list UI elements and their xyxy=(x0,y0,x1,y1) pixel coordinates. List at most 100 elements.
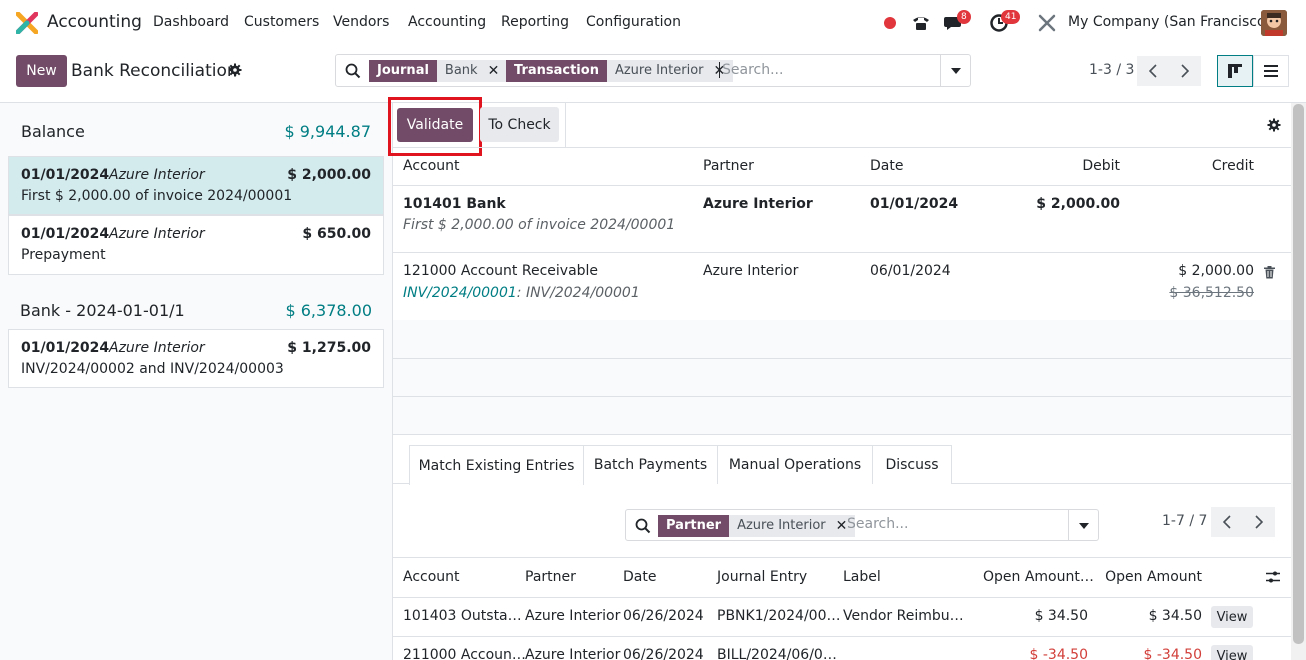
messages-badge: 8 xyxy=(957,10,971,24)
table-row[interactable]: 101403 Outsta… Azure Interior 06/26/2024… xyxy=(393,598,1291,636)
table-row[interactable]: 211000 Accoun… Azure Interior 06/26/2024… xyxy=(393,637,1291,660)
column-header-partner[interactable]: Partner xyxy=(525,569,576,585)
row-account: 101403 Outsta… xyxy=(403,608,522,624)
divider xyxy=(393,358,1291,359)
new-button[interactable]: New xyxy=(16,55,67,87)
statement-line-card[interactable]: 01/01/2024 Azure Interior $ 1,275.00 INV… xyxy=(8,329,384,388)
column-header-open-amount[interactable]: Open Amount xyxy=(1105,569,1202,585)
line-debit: $ 2,000.00 xyxy=(1036,196,1120,212)
pager-value[interactable]: 1-3 / 3 xyxy=(1089,62,1134,78)
match-pager-previous-button[interactable] xyxy=(1211,507,1243,537)
divider xyxy=(565,103,566,147)
search-icon xyxy=(635,518,651,534)
line-account: 101401 Bank xyxy=(403,196,506,212)
facet-value: Bank xyxy=(444,63,478,78)
column-header-journal-entry[interactable]: Journal Entry xyxy=(717,569,807,585)
row-open-amount: $ 34.50 xyxy=(1148,608,1202,624)
optional-columns-icon[interactable] xyxy=(1266,570,1280,584)
facet-key: Journal xyxy=(369,60,437,82)
line-date: 06/01/2024 xyxy=(870,263,951,279)
line-amount: $ 2,000.00 xyxy=(287,167,371,183)
invoice-link[interactable]: INV/2024/00001 xyxy=(403,285,517,301)
search-facet-partner: Partner Azure Interior ✕ xyxy=(658,515,856,537)
menu-dashboard[interactable]: Dashboard xyxy=(153,14,229,30)
divider xyxy=(393,557,1291,558)
search-facet-transaction: Transaction Azure Interior ✕ xyxy=(506,60,734,82)
line-partner: Azure Interior xyxy=(703,263,799,279)
to-check-button[interactable]: To Check xyxy=(480,107,559,142)
group-title: Bank - 2024-01-01/1 xyxy=(20,301,185,320)
line-partner: Azure Interior xyxy=(703,196,813,212)
pager-next-button[interactable] xyxy=(1169,56,1201,86)
phone-icon[interactable] xyxy=(911,13,931,33)
column-header-open-amount-currency[interactable]: Open Amount… xyxy=(983,569,1094,585)
line-original-amount: $ 36,512.50 xyxy=(1169,285,1254,301)
menu-vendors[interactable]: Vendors xyxy=(333,14,389,30)
kanban-view-button[interactable] xyxy=(1217,55,1253,87)
line-partner: Azure Interior xyxy=(109,226,205,242)
tools-icon[interactable] xyxy=(1037,13,1057,33)
reconcile-line[interactable]: 121000 Account Receivable INV/2024/00001… xyxy=(393,253,1291,320)
search-options-toggle[interactable] xyxy=(940,55,970,86)
page-title: Bank Reconciliation xyxy=(71,61,238,81)
settings-gear-icon[interactable] xyxy=(1267,118,1281,132)
match-search-input[interactable]: Search... xyxy=(847,516,908,532)
trash-icon[interactable] xyxy=(1264,266,1275,279)
row-partner: Azure Interior xyxy=(525,608,621,624)
gear-icon[interactable] xyxy=(228,63,242,77)
view-button[interactable]: View xyxy=(1211,645,1253,660)
line-date: 01/01/2024 xyxy=(21,167,110,183)
menu-reporting[interactable]: Reporting xyxy=(501,14,569,30)
search-input[interactable]: Search... xyxy=(719,62,783,78)
line-label: First $ 2,000.00 of invoice 2024/00001 xyxy=(403,217,676,233)
statement-line-card[interactable]: 01/01/2024 Azure Interior $ 2,000.00 Fir… xyxy=(8,156,384,215)
list-view-icon xyxy=(1264,65,1278,77)
row-open-amount-currency: $ -34.50 xyxy=(1029,647,1089,660)
menu-configuration[interactable]: Configuration xyxy=(586,14,681,30)
chevron-right-icon xyxy=(1255,515,1263,529)
row-journal-entry: BILL/2024/06/0… xyxy=(717,647,837,660)
divider xyxy=(393,396,1291,397)
validate-button[interactable]: Validate xyxy=(397,108,473,142)
pager-previous-button[interactable] xyxy=(1137,56,1169,86)
column-header-label[interactable]: Label xyxy=(843,569,881,585)
reconcile-line[interactable]: 101401 Bank First $ 2,000.00 of invoice … xyxy=(393,186,1291,252)
statement-line-card[interactable]: 01/01/2024 Azure Interior $ 650.00 Prepa… xyxy=(8,215,384,275)
match-pager-value[interactable]: 1-7 / 7 xyxy=(1162,513,1207,529)
line-partner: Azure Interior xyxy=(109,167,205,183)
match-pager-next-button[interactable] xyxy=(1243,507,1275,537)
tab-manual-operations[interactable]: Manual Operations xyxy=(717,445,873,484)
app-name[interactable]: Accounting xyxy=(47,12,142,32)
accounting-app-icon[interactable] xyxy=(16,12,38,34)
line-account: 121000 Account Receivable xyxy=(403,263,599,279)
facet-remove-icon[interactable]: ✕ xyxy=(488,60,500,82)
row-journal-entry: PBNK1/2024/00… xyxy=(717,608,841,624)
search-icon xyxy=(345,63,361,79)
tab-discuss[interactable]: Discuss xyxy=(872,445,952,484)
list-view-button[interactable] xyxy=(1253,55,1289,87)
search-options-toggle[interactable] xyxy=(1068,510,1098,541)
user-avatar[interactable] xyxy=(1261,10,1287,36)
empty-area xyxy=(393,320,1291,435)
column-header-date[interactable]: Date xyxy=(623,569,656,585)
activities-badge: 41 xyxy=(1001,10,1021,24)
menu-customers[interactable]: Customers xyxy=(244,14,319,30)
facet-key: Transaction xyxy=(506,60,607,82)
view-button[interactable]: View xyxy=(1211,606,1253,628)
tab-match-existing-entries[interactable]: Match Existing Entries xyxy=(409,445,584,485)
scrollbar-thumb[interactable] xyxy=(1293,104,1304,644)
menu-accounting[interactable]: Accounting xyxy=(408,14,486,30)
chevron-left-icon xyxy=(1223,515,1231,529)
chevron-right-icon xyxy=(1181,64,1189,78)
recording-dot-icon[interactable] xyxy=(882,15,898,31)
row-open-amount: $ -34.50 xyxy=(1143,647,1203,660)
match-search-bar[interactable]: Partner Azure Interior ✕ Search... xyxy=(625,509,1099,541)
facet-key: Partner xyxy=(658,515,730,537)
column-header-account[interactable]: Account xyxy=(403,569,460,585)
line-label: First $ 2,000.00 of invoice 2024/00001 xyxy=(21,188,293,204)
search-bar[interactable]: Journal Bank ✕ Transaction Azure Interior… xyxy=(335,54,971,87)
facet-remove-icon[interactable]: ✕ xyxy=(836,515,848,537)
company-switcher[interactable]: My Company (San Francisco) xyxy=(1068,14,1271,30)
line-label: : INV/2024/00001 xyxy=(516,285,640,301)
tab-batch-payments[interactable]: Batch Payments xyxy=(583,445,718,484)
